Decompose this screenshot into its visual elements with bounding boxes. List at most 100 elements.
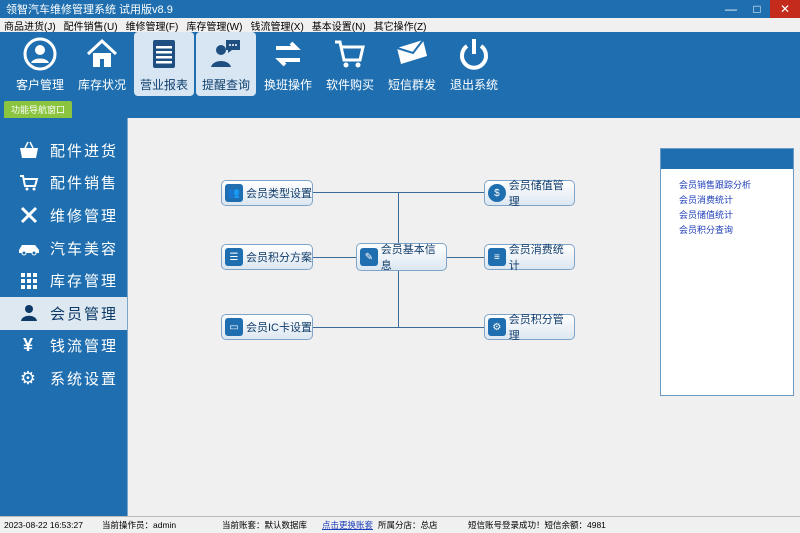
node-label: 会员储值管理 (508, 180, 564, 208)
member-points-plan-button[interactable]: ☰ 会员积分方案 (221, 244, 313, 270)
node-label: 会员积分方案 (246, 252, 312, 264)
menu-item-parts-purchase[interactable]: 商品进货(J) (0, 18, 60, 33)
connector-line (312, 192, 485, 193)
sidebar-item-car-beauty[interactable]: 汽车美容 (0, 232, 127, 265)
customer-management-button[interactable]: 客户管理 (10, 32, 70, 96)
user-circle-icon (23, 37, 57, 71)
sidebar-item-parts-purchase[interactable]: 配件进货 (0, 134, 127, 167)
panel-header (661, 149, 793, 169)
gear-icon: ⚙ (19, 367, 39, 388)
sidebar-item-parts-sales[interactable]: 配件销售 (0, 167, 127, 200)
status-sms: 短信账号登录成功！短信余额：4981 (468, 520, 606, 530)
status-account: 当前账套：默认数据库 (222, 520, 308, 530)
car-icon (18, 238, 40, 258)
sidebar-item-label: 库存管理 (50, 273, 119, 291)
nav-tab-bar: 功能导航窗口 (0, 98, 800, 118)
member-stored-value-button[interactable]: $ 会员储值管理 (484, 180, 575, 208)
node-label: 会员基本信息 (380, 244, 436, 272)
sidebar-item-inventory[interactable]: 库存管理 (0, 264, 127, 297)
minimize-button[interactable]: — (718, 0, 744, 18)
sidebar-item-member[interactable]: 会员管理 (0, 296, 127, 330)
grid-icon (18, 271, 40, 291)
maximize-button[interactable]: □ (744, 0, 770, 18)
link-member-consumption-stats[interactable]: 会员消费统计 (679, 194, 793, 206)
settings-window-icon: ⚙ (488, 318, 506, 336)
home-icon (86, 38, 118, 67)
member-type-settings-button[interactable]: 👥 会员类型设置 (221, 180, 313, 206)
link-member-sales-tracking[interactable]: 会员销售跟踪分析 (679, 179, 793, 191)
money-icon: $ (488, 184, 506, 202)
close-button[interactable]: ✕ (770, 0, 800, 18)
member-consumption-stats-button[interactable]: ≡ 会员消费统计 (484, 244, 575, 272)
node-label: 会员消费统计 (508, 244, 564, 272)
sidebar-item-label: 配件进货 (50, 142, 119, 160)
card-icon: ▭ (225, 318, 243, 336)
tools-icon (18, 205, 40, 225)
tool-label: 营业报表 (139, 78, 188, 92)
node-label: 会员积分管理 (508, 314, 564, 342)
connector-line (446, 257, 485, 258)
sidebar: 配件进货 配件销售 维修管理 汽车美容 库存管理 会员管理 ¥ 钱流管理 ⚙ 系… (0, 118, 127, 516)
cart-icon (18, 173, 40, 193)
shift-change-button[interactable]: 换班操作 (258, 32, 318, 96)
tab-function-navigation[interactable]: 功能导航窗口 (4, 101, 72, 118)
menu-bar: 商品进货(J) 配件销售(U) 维修管理(F) 库存管理(W) 钱流管理(X) … (0, 18, 800, 33)
link-member-stored-value-stats[interactable]: 会员储值统计 (679, 209, 793, 221)
cart-icon (335, 40, 365, 68)
tool-label: 退出系统 (449, 78, 498, 92)
member-basic-info-button[interactable]: ✎ 会员基本信息 (356, 243, 447, 272)
reminder-query-button[interactable]: 提醒查询 (196, 32, 256, 96)
sidebar-item-label: 钱流管理 (50, 338, 119, 356)
tool-label: 客户管理 (15, 78, 64, 92)
list-icon: ☰ (225, 248, 243, 266)
mail-icon (396, 39, 427, 64)
inventory-status-button[interactable]: 库存状况 (72, 32, 132, 96)
member-points-management-button[interactable]: ⚙ 会员积分管理 (484, 314, 575, 342)
link-member-points-query[interactable]: 会员积分查询 (679, 224, 793, 236)
basket-icon (18, 140, 40, 160)
tool-label: 提醒查询 (201, 78, 250, 92)
tool-label: 软件购买 (325, 78, 374, 92)
sidebar-item-label: 维修管理 (50, 207, 119, 225)
menu-item-inventory[interactable]: 库存管理(W) (182, 18, 246, 33)
sidebar-item-repair[interactable]: 维修管理 (0, 199, 127, 232)
software-purchase-button[interactable]: 软件购买 (320, 32, 380, 96)
menu-item-parts-sales[interactable]: 配件销售(U) (60, 18, 122, 33)
power-icon (460, 39, 488, 70)
sidebar-item-label: 会员管理 (50, 305, 119, 323)
status-branch: 所属分店：总店 (378, 520, 438, 530)
node-label: 会员类型设置 (246, 188, 312, 200)
status-bar: 2023-08-22 16:53:27 当前操作员：admin 当前账套：默认数… (0, 516, 800, 533)
sidebar-item-cashflow[interactable]: ¥ 钱流管理 (0, 330, 127, 363)
sms-broadcast-button[interactable]: 短信群发 (382, 32, 442, 96)
menu-item-settings[interactable]: 基本设置(N) (308, 18, 370, 33)
users-icon: 👥 (225, 184, 243, 202)
title-bar: 领智汽车维修管理系统 试用版v8.9 — □ ✕ (0, 0, 800, 18)
sidebar-item-label: 汽车美容 (50, 240, 119, 258)
user-icon (18, 303, 40, 323)
yen-icon: ¥ (22, 335, 35, 356)
exit-system-button[interactable]: 退出系统 (444, 32, 504, 96)
main-content: 👥 会员类型设置 ☰ 会员积分方案 ▭ 会员IC卡设置 ✎ 会员基本信息 $ 会… (127, 118, 800, 516)
toolbar: 客户管理 库存状况 营业报表 提醒查询 换班操作 软件购买 短信群发 退出系统 (0, 32, 800, 98)
switch-account-link[interactable]: 点击更换账套 (322, 519, 373, 531)
tool-label: 换班操作 (263, 78, 312, 92)
report-icon (153, 40, 175, 68)
sidebar-item-system-settings[interactable]: ⚙ 系统设置 (0, 362, 127, 395)
connector-line (312, 327, 485, 328)
coins-icon: ≡ (488, 248, 506, 266)
clipboard-icon: ✎ (360, 248, 378, 266)
sidebar-item-label: 系统设置 (50, 370, 119, 388)
quick-links-panel: 会员销售跟踪分析 会员消费统计 会员储值统计 会员积分查询 (660, 148, 794, 396)
menu-item-other[interactable]: 其它操作(Z) (370, 18, 431, 33)
business-report-button[interactable]: 营业报表 (134, 32, 194, 96)
sidebar-item-label: 配件销售 (50, 175, 119, 193)
status-datetime: 2023-08-22 16:53:27 (4, 520, 83, 530)
menu-item-cashflow[interactable]: 钱流管理(X) (246, 18, 307, 33)
menu-item-repair[interactable]: 维修管理(F) (122, 18, 183, 33)
connector-line (312, 257, 356, 258)
tool-label: 库存状况 (77, 78, 126, 92)
status-operator: 当前操作员：admin (102, 520, 177, 530)
tool-label: 短信群发 (387, 78, 436, 92)
member-ic-card-settings-button[interactable]: ▭ 会员IC卡设置 (221, 314, 313, 340)
